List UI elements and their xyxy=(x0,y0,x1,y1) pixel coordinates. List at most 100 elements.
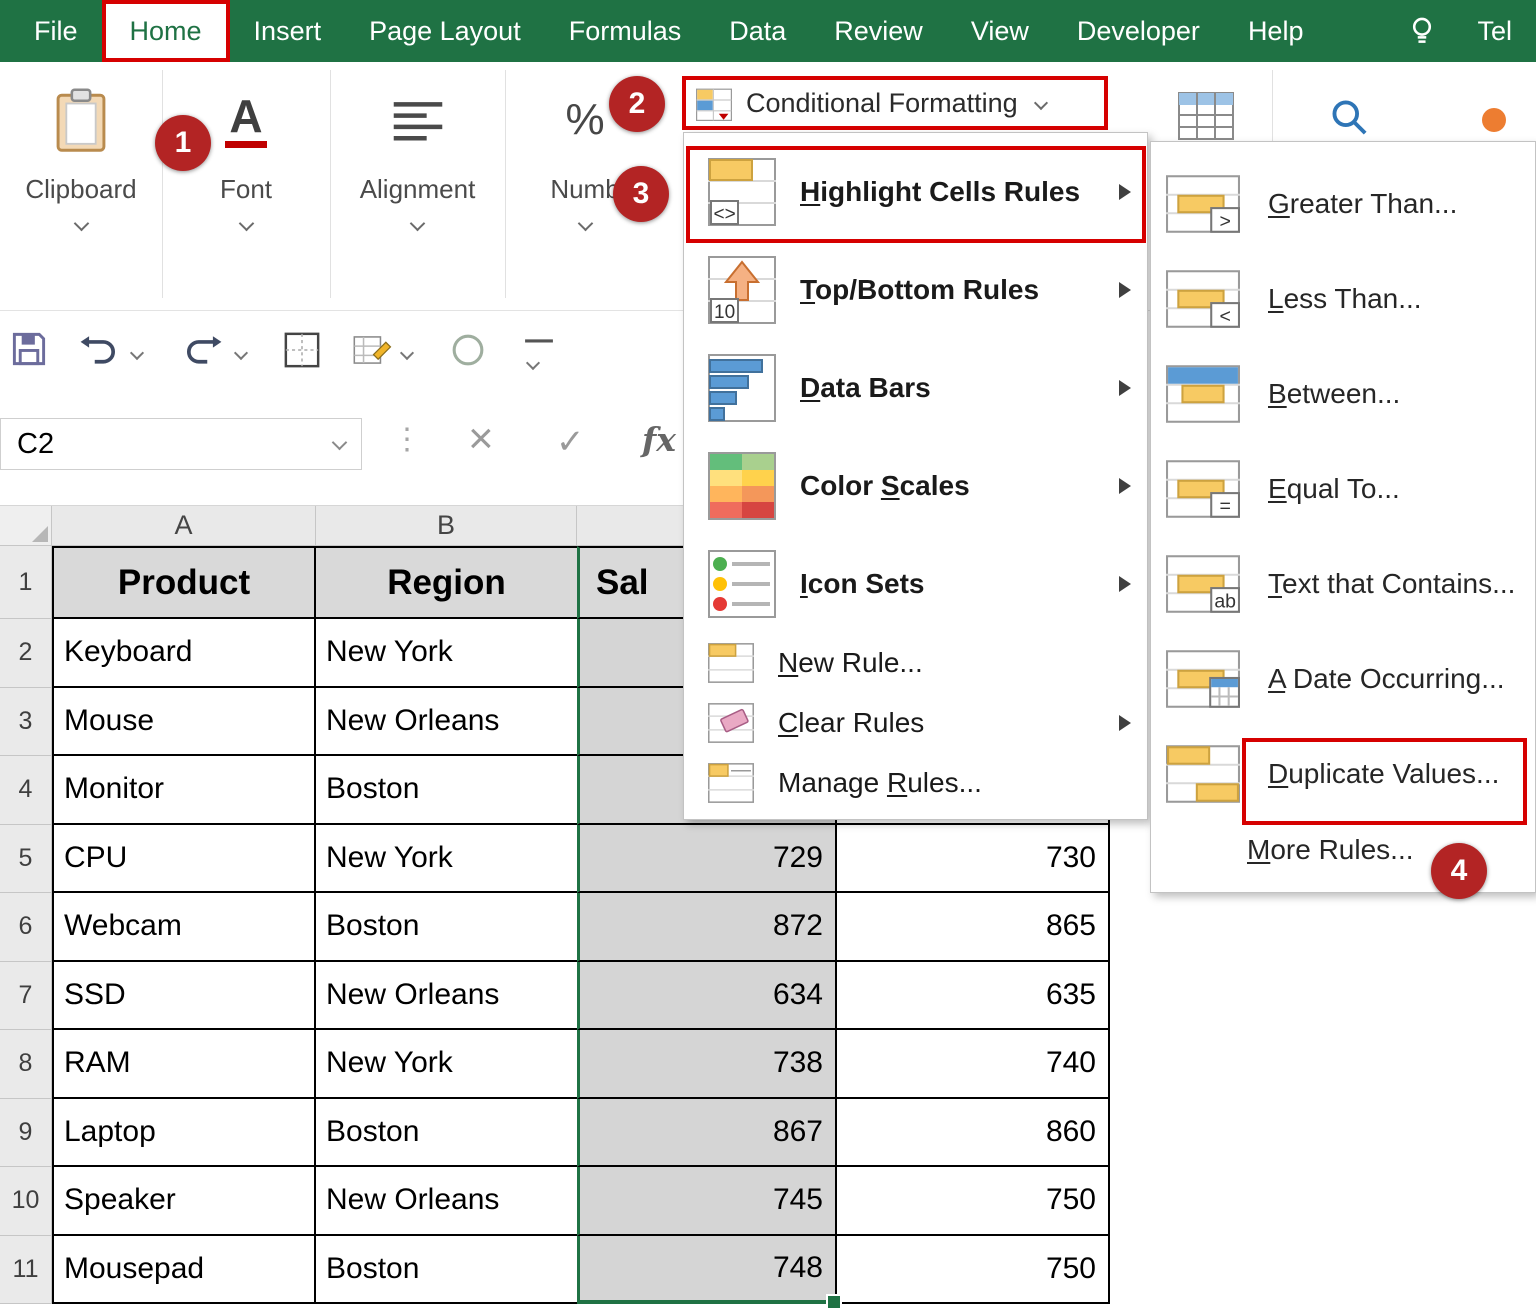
cell-A8[interactable]: RAM xyxy=(52,1030,316,1099)
row-header-1[interactable]: 1 xyxy=(0,546,52,619)
cell-B5[interactable]: New York xyxy=(316,825,577,894)
cell-A1[interactable]: Product xyxy=(52,546,316,619)
align-text-icon[interactable] xyxy=(392,80,444,160)
paste-clipboard-icon[interactable] xyxy=(53,80,109,160)
cell-B1[interactable]: Region xyxy=(316,546,577,619)
cell-B10[interactable]: New Orleans xyxy=(316,1167,577,1236)
cell-A11[interactable]: Mousepad xyxy=(52,1236,316,1305)
draw-borders-icon[interactable] xyxy=(282,330,322,375)
row-header-6[interactable]: 6 xyxy=(0,893,52,962)
insert-function-icon[interactable]: fx xyxy=(642,420,676,459)
tab-review[interactable]: Review xyxy=(810,0,947,62)
cell-A3[interactable]: Mouse xyxy=(52,688,316,757)
row-header-4[interactable]: 4 xyxy=(0,756,52,825)
alignment-dialog-launcher-icon[interactable] xyxy=(410,216,426,232)
cell-C11[interactable]: 748 xyxy=(577,1236,837,1305)
redo-dropdown-icon[interactable] xyxy=(234,346,248,360)
menu-item-data-bars[interactable]: Data Bars xyxy=(684,339,1147,437)
submenu-item-equal-to[interactable]: =Equal To... xyxy=(1151,441,1535,536)
search-icon[interactable] xyxy=(1328,96,1370,143)
column-header-A[interactable]: A xyxy=(52,506,316,546)
cell-A5[interactable]: CPU xyxy=(52,825,316,894)
cell-B11[interactable]: Boston xyxy=(316,1236,577,1305)
cell-C8[interactable]: 738 xyxy=(577,1030,837,1099)
cell-B3[interactable]: New Orleans xyxy=(316,688,577,757)
cell-D5[interactable]: 730 xyxy=(837,825,1110,894)
tab-formulas[interactable]: Formulas xyxy=(545,0,706,62)
cell-C10[interactable]: 745 xyxy=(577,1167,837,1236)
conditional-formatting-button[interactable]: Conditional Formatting xyxy=(682,76,1108,130)
menu-item-clear-rules[interactable]: Clear Rules xyxy=(684,693,1147,753)
customize-toolbar-icon[interactable] xyxy=(522,336,556,357)
tab-insert[interactable]: Insert xyxy=(230,0,346,62)
cell-D8[interactable]: 740 xyxy=(837,1030,1110,1099)
row-header-8[interactable]: 8 xyxy=(0,1030,52,1099)
submenu-item-less-than[interactable]: <Less Than... xyxy=(1151,251,1535,346)
tab-file[interactable]: File xyxy=(10,0,102,62)
clipboard-dialog-launcher-icon[interactable] xyxy=(73,216,89,232)
name-box-dropdown-icon[interactable] xyxy=(332,435,348,451)
enter-icon[interactable]: ✓ xyxy=(556,422,585,462)
name-box[interactable]: C2 xyxy=(0,418,362,470)
cancel-icon[interactable]: × xyxy=(468,414,494,464)
cell-A6[interactable]: Webcam xyxy=(52,893,316,962)
cell-B4[interactable]: Boston xyxy=(316,756,577,825)
cell-B6[interactable]: Boston xyxy=(316,893,577,962)
percent-style-icon[interactable]: % xyxy=(565,80,604,160)
row-header-10[interactable]: 10 xyxy=(0,1167,52,1236)
cell-C9[interactable]: 867 xyxy=(577,1099,837,1168)
tab-help[interactable]: Help xyxy=(1224,0,1328,62)
tab-view[interactable]: View xyxy=(947,0,1053,62)
row-header-9[interactable]: 9 xyxy=(0,1099,52,1168)
cell-D6[interactable]: 865 xyxy=(837,893,1110,962)
formula-bar-splitter[interactable]: ⋮ xyxy=(392,422,422,457)
submenu-item-between[interactable]: Between... xyxy=(1151,346,1535,441)
oval-shape-icon[interactable] xyxy=(448,330,488,375)
cell-C6[interactable]: 872 xyxy=(577,893,837,962)
font-dialog-launcher-icon[interactable] xyxy=(238,216,254,232)
number-dialog-launcher-icon[interactable] xyxy=(577,216,593,232)
cell-B8[interactable]: New York xyxy=(316,1030,577,1099)
row-header-11[interactable]: 11 xyxy=(0,1236,52,1305)
row-header-7[interactable]: 7 xyxy=(0,962,52,1031)
cell-A7[interactable]: SSD xyxy=(52,962,316,1031)
menu-item-manage-rules[interactable]: Manage Rules... xyxy=(684,753,1147,813)
cell-A4[interactable]: Monitor xyxy=(52,756,316,825)
cell-D7[interactable]: 635 xyxy=(837,962,1110,1031)
menu-item-top-bottom-rules[interactable]: 10Top/Bottom Rules xyxy=(684,241,1147,339)
tab-tell-me[interactable]: Tel xyxy=(1453,16,1536,47)
submenu-item-greater-than[interactable]: >Greater Than... xyxy=(1151,156,1535,251)
cell-A2[interactable]: Keyboard xyxy=(52,619,316,688)
row-header-2[interactable]: 2 xyxy=(0,619,52,688)
cell-C5[interactable]: 729 xyxy=(577,825,837,894)
column-header-B[interactable]: B xyxy=(316,506,577,546)
menu-item-new-rule[interactable]: New Rule... xyxy=(684,633,1147,693)
cell-B2[interactable]: New York xyxy=(316,619,577,688)
undo-icon[interactable] xyxy=(78,332,120,371)
submenu-item-a-date-occurring[interactable]: A Date Occurring... xyxy=(1151,631,1535,726)
menu-item-color-scales[interactable]: Color Scales xyxy=(684,437,1147,535)
row-header-5[interactable]: 5 xyxy=(0,825,52,894)
cell-C7[interactable]: 634 xyxy=(577,962,837,1031)
tab-developer[interactable]: Developer xyxy=(1053,0,1224,62)
cell-D11[interactable]: 750 xyxy=(837,1236,1110,1305)
cell-A10[interactable]: Speaker xyxy=(52,1167,316,1236)
customize-toolbar-dropdown-icon[interactable] xyxy=(526,356,540,370)
cell-A9[interactable]: Laptop xyxy=(52,1099,316,1168)
submenu-item-duplicate-values[interactable]: Duplicate Values... xyxy=(1151,726,1535,821)
row-header-3[interactable]: 3 xyxy=(0,688,52,757)
draw-table-dropdown-icon[interactable] xyxy=(400,346,414,360)
select-all-corner[interactable] xyxy=(0,506,52,546)
menu-item-highlight-cells-rules[interactable]: <>Highlight Cells Rules xyxy=(684,143,1147,241)
cell-D9[interactable]: 860 xyxy=(837,1099,1110,1168)
tab-home[interactable]: Home xyxy=(102,0,230,62)
menu-item-icon-sets[interactable]: Icon Sets xyxy=(684,535,1147,633)
tab-page-layout[interactable]: Page Layout xyxy=(345,0,545,62)
font-color-icon[interactable]: A xyxy=(225,80,266,160)
undo-dropdown-icon[interactable] xyxy=(130,346,144,360)
tab-data[interactable]: Data xyxy=(705,0,810,62)
redo-icon[interactable] xyxy=(182,332,224,371)
save-icon[interactable] xyxy=(10,330,48,373)
cell-B9[interactable]: Boston xyxy=(316,1099,577,1168)
submenu-item-text-that-contains[interactable]: abText that Contains... xyxy=(1151,536,1535,631)
